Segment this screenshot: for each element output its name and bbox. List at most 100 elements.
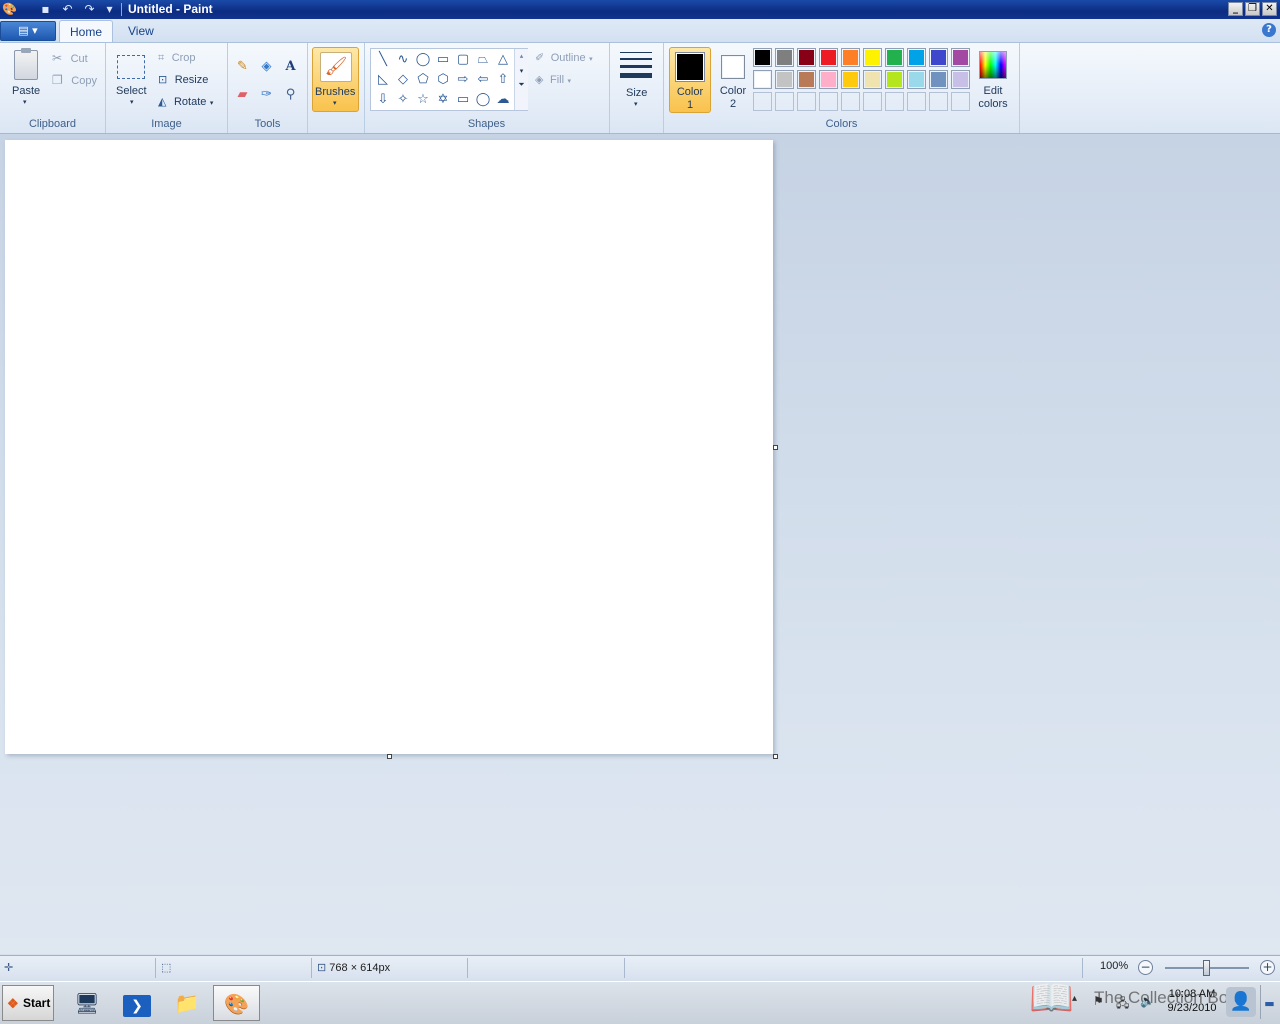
- palette-swatch[interactable]: [907, 92, 926, 111]
- tab-home[interactable]: Home: [59, 20, 114, 43]
- zoom-slider-thumb[interactable]: [1203, 960, 1210, 976]
- palette-swatch[interactable]: [907, 70, 926, 89]
- right-triangle-icon[interactable]: ◺: [373, 70, 393, 90]
- hexagon-icon[interactable]: ⬡: [433, 70, 453, 90]
- scroll-down-icon[interactable]: ▾: [515, 67, 528, 75]
- help-icon[interactable]: ?: [1262, 23, 1276, 37]
- resize-handle-corner[interactable]: [773, 754, 778, 759]
- paint-menu-button[interactable]: ▤ ▾: [0, 21, 56, 41]
- palette-swatch[interactable]: [951, 92, 970, 111]
- expand-gallery-icon[interactable]: ⏷: [515, 80, 528, 90]
- palette-swatch[interactable]: [929, 48, 948, 67]
- color-picker-icon[interactable]: ✑: [256, 84, 277, 105]
- zoom-in-icon[interactable]: +: [1260, 960, 1275, 975]
- right-arrow-icon[interactable]: ⇨: [453, 70, 473, 90]
- size-button[interactable]: Size ▾: [614, 47, 658, 113]
- palette-swatch[interactable]: [841, 92, 860, 111]
- five-point-star-icon[interactable]: ☆: [413, 90, 433, 110]
- show-hidden-icons[interactable]: ▴: [1072, 993, 1077, 1004]
- triangle-icon[interactable]: △: [493, 50, 513, 70]
- show-desktop-button[interactable]: ▬: [1260, 985, 1278, 1019]
- four-point-star-icon[interactable]: ✧: [393, 90, 413, 110]
- network-icon[interactable]: 🖧: [1116, 994, 1129, 1015]
- text-icon[interactable]: A: [280, 56, 301, 77]
- cut-button[interactable]: ✂ Cut: [52, 51, 88, 69]
- scroll-up-icon[interactable]: ▴: [515, 52, 528, 60]
- resize-handle-right[interactable]: [773, 445, 778, 450]
- palette-swatch[interactable]: [841, 48, 860, 67]
- palette-swatch[interactable]: [797, 70, 816, 89]
- curve-icon[interactable]: ∿: [393, 50, 413, 70]
- palette-swatch[interactable]: [863, 92, 882, 111]
- left-arrow-icon[interactable]: ⇦: [473, 70, 493, 90]
- palette-swatch[interactable]: [885, 70, 904, 89]
- oval-icon[interactable]: ◯: [413, 50, 433, 70]
- six-point-star-icon[interactable]: ✡: [433, 90, 453, 110]
- color1-button[interactable]: Color 1: [669, 47, 711, 113]
- fill-button[interactable]: ◈ Fill ▾: [535, 73, 571, 86]
- rectangle-icon[interactable]: ▭: [433, 50, 453, 70]
- resize-button[interactable]: ⊡ Resize: [158, 73, 208, 91]
- server-manager-icon[interactable]: 🖥: [66, 985, 108, 1021]
- paint-taskbar-button[interactable]: 🎨: [213, 985, 260, 1021]
- brushes-button[interactable]: 🖌 Brushes ▾: [312, 47, 359, 112]
- palette-swatch[interactable]: [907, 48, 926, 67]
- polygon-icon[interactable]: ⏢: [473, 50, 493, 70]
- rotate-button[interactable]: ◭ Rotate ▾: [158, 95, 213, 113]
- user-avatar[interactable]: 👤: [1226, 987, 1256, 1017]
- cloud-callout-icon[interactable]: ☁: [493, 90, 513, 110]
- select-button[interactable]: Select ▾: [112, 47, 152, 111]
- palette-swatch[interactable]: [819, 92, 838, 111]
- customize-dropdown-icon[interactable]: ▾: [102, 2, 117, 17]
- line-icon[interactable]: ╲: [373, 50, 393, 70]
- crop-button[interactable]: ⌗ Crop: [158, 51, 196, 69]
- rectangular-callout-icon[interactable]: ▭: [453, 90, 473, 110]
- close-icon[interactable]: ✕: [1262, 2, 1277, 16]
- oval-callout-icon[interactable]: ◯: [473, 90, 493, 110]
- palette-swatch[interactable]: [797, 48, 816, 67]
- action-center-flag-icon[interactable]: ⚑: [1093, 994, 1104, 1008]
- eraser-icon[interactable]: ▰: [232, 84, 253, 105]
- tab-view[interactable]: View: [118, 20, 164, 43]
- drawing-canvas[interactable]: [5, 140, 773, 754]
- paint-palette-icon[interactable]: 🎨: [2, 2, 17, 17]
- palette-swatch[interactable]: [885, 48, 904, 67]
- start-button[interactable]: ❖ Start: [2, 985, 54, 1021]
- undo-icon[interactable]: ↶: [60, 2, 75, 17]
- explorer-icon[interactable]: 📁: [166, 985, 208, 1021]
- palette-swatch[interactable]: [819, 48, 838, 67]
- fill-bucket-icon[interactable]: ◈: [256, 56, 277, 77]
- palette-swatch[interactable]: [951, 70, 970, 89]
- shapes-scrollbar[interactable]: ▴ ▾ ⏷: [514, 49, 528, 110]
- palette-swatch[interactable]: [753, 70, 772, 89]
- palette-swatch[interactable]: [753, 92, 772, 111]
- palette-swatch[interactable]: [929, 92, 948, 111]
- minimize-icon[interactable]: _: [1228, 2, 1243, 16]
- rounded-rectangle-icon[interactable]: ▢: [453, 50, 473, 70]
- palette-swatch[interactable]: [797, 92, 816, 111]
- system-clock[interactable]: 10:08 AM 9/23/2010: [1160, 987, 1224, 1015]
- save-icon[interactable]: ▪: [38, 2, 53, 17]
- powershell-icon[interactable]: ❯: [116, 985, 158, 1021]
- up-arrow-icon[interactable]: ⇧: [493, 70, 513, 90]
- restore-icon[interactable]: ❐: [1245, 2, 1260, 16]
- palette-swatch[interactable]: [929, 70, 948, 89]
- palette-swatch[interactable]: [863, 70, 882, 89]
- volume-icon[interactable]: 🔈: [1140, 994, 1155, 1008]
- palette-swatch[interactable]: [753, 48, 772, 67]
- palette-swatch[interactable]: [885, 92, 904, 111]
- palette-swatch[interactable]: [775, 48, 794, 67]
- paste-button[interactable]: Paste ▾: [6, 47, 46, 111]
- zoom-out-icon[interactable]: −: [1138, 960, 1153, 975]
- pencil-icon[interactable]: ✎: [232, 56, 253, 77]
- resize-handle-bottom[interactable]: [387, 754, 392, 759]
- palette-swatch[interactable]: [819, 70, 838, 89]
- down-arrow-icon[interactable]: ⇩: [373, 90, 393, 110]
- magnifier-icon[interactable]: ⚲: [280, 84, 301, 105]
- palette-swatch[interactable]: [863, 48, 882, 67]
- pentagon-icon[interactable]: ⬠: [413, 70, 433, 90]
- palette-swatch[interactable]: [775, 92, 794, 111]
- color2-button[interactable]: Color 2: [715, 47, 753, 113]
- diamond-icon[interactable]: ◇: [393, 70, 413, 90]
- copy-button[interactable]: ❐ Copy: [52, 73, 97, 91]
